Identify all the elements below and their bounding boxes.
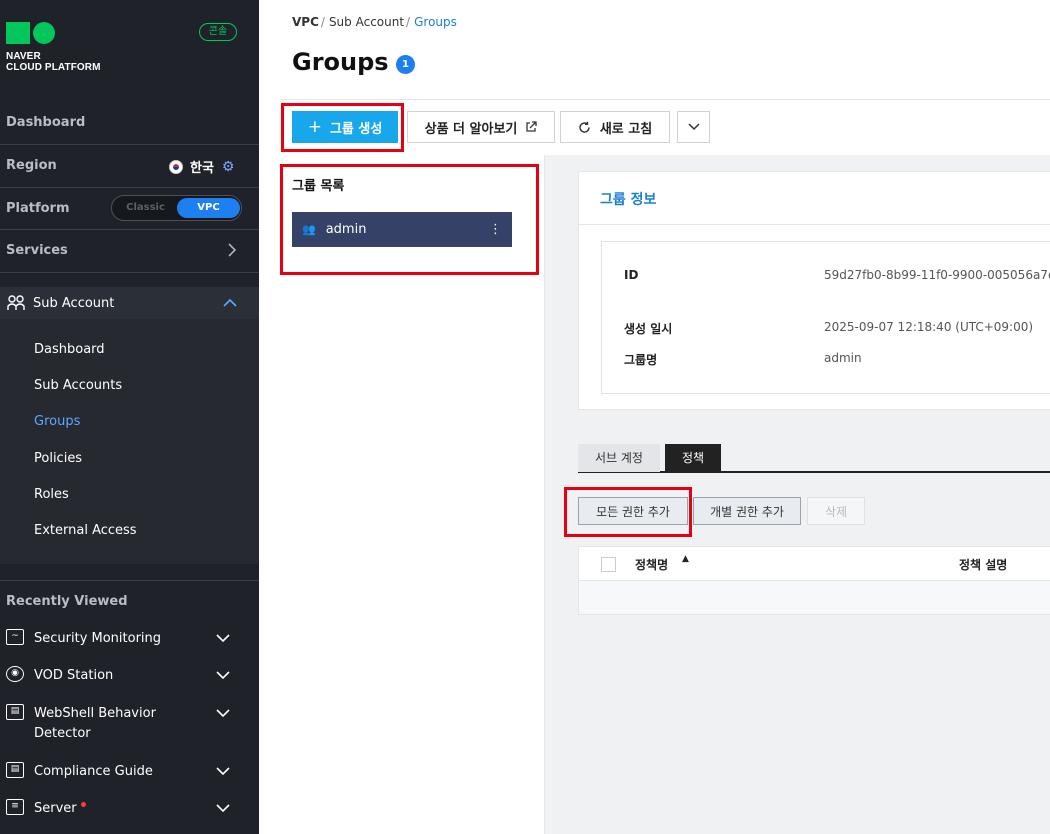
- learn-more-button[interactable]: 상품 더 알아보기: [407, 111, 555, 143]
- gear-icon[interactable]: ⚙: [222, 159, 235, 175]
- group-info-title: 그룹 정보: [600, 192, 657, 208]
- submenu-dashboard[interactable]: Dashboard: [34, 342, 105, 357]
- sub-account-submenu: Dashboard Sub Accounts Groups Policies R…: [0, 319, 259, 564]
- monitor-icon: ~: [6, 629, 24, 645]
- chevron-down-icon: [687, 123, 700, 131]
- sidebar-item-sub-account[interactable]: Sub Account: [0, 287, 259, 319]
- detail-tabs: 서브 계정 정책: [578, 444, 1050, 473]
- page-title: Groups: [292, 48, 389, 76]
- created-label: 생성 일시: [624, 322, 673, 336]
- chevron-right-icon: [228, 243, 237, 257]
- group-name-label: 그룹명: [624, 353, 658, 367]
- recent-item-security-monitoring[interactable]: ~ Security Monitoring: [6, 629, 246, 649]
- created-value: 2025-09-07 12:18:40 (UTC+09:00): [824, 320, 1034, 334]
- select-all-checkbox[interactable]: [601, 557, 616, 572]
- platform-option-classic[interactable]: Classic: [114, 198, 177, 218]
- chevron-down-icon[interactable]: [216, 766, 230, 776]
- compliance-icon: ▤: [6, 762, 24, 778]
- more-options-dropdown[interactable]: [677, 111, 710, 143]
- policy-table-header: 정책명 ▲ 정책 설명: [579, 547, 1050, 581]
- highlight-box: [564, 487, 692, 537]
- chevron-down-icon[interactable]: [216, 633, 230, 643]
- recent-item-vod-station[interactable]: ◉ VOD Station: [6, 666, 246, 686]
- korea-flag-icon: [169, 159, 183, 174]
- logo-text-line1: NAVER: [6, 51, 41, 62]
- recently-viewed-label: Recently Viewed: [6, 593, 128, 609]
- platform-option-vpc[interactable]: VPC: [177, 198, 240, 218]
- breadcrumb: VPC / Sub Account / Groups: [292, 15, 457, 29]
- group-info-card: 그룹 정보 ID 59d27fb0-8b99-11f0-9900-005056a…: [578, 171, 1050, 410]
- breadcrumb-groups[interactable]: Groups: [414, 15, 457, 29]
- group-count-badge: 1: [396, 55, 415, 74]
- sub-account-label: Sub Account: [33, 295, 115, 311]
- services-label: Services: [6, 242, 68, 258]
- logo-mark: [6, 22, 101, 44]
- id-label: ID: [624, 268, 639, 282]
- submenu-groups[interactable]: Groups: [34, 414, 80, 429]
- group-info-details: ID 59d27fb0-8b99-11f0-9900-005056a7dc 생성…: [601, 241, 1050, 394]
- id-value: 59d27fb0-8b99-11f0-9900-005056a7dc: [824, 268, 1050, 282]
- col-policy-description: 정책 설명: [959, 558, 1008, 572]
- external-link-icon: [526, 121, 538, 132]
- recent-item-server[interactable]: ≡ Server: [6, 799, 246, 819]
- chevron-down-icon[interactable]: [216, 803, 230, 813]
- chevron-up-icon: [223, 298, 237, 307]
- submenu-roles[interactable]: Roles: [34, 487, 69, 502]
- tab-sub-accounts[interactable]: 서브 계정: [578, 444, 660, 472]
- sort-asc-icon[interactable]: ▲: [682, 554, 689, 564]
- main-content: VPC / Sub Account / Groups Groups 1 + 그룹 생성 …: [259, 0, 1050, 834]
- recent-item-webshell-behavior-detector[interactable]: ▤ WebShell Behavior Detector: [6, 704, 246, 744]
- region-selector[interactable]: 한국 ⚙: [169, 157, 234, 176]
- notification-dot: [80, 802, 86, 807]
- group-name-value: admin: [824, 351, 862, 365]
- policy-table: 정책명 ▲ 정책 설명: [578, 546, 1050, 615]
- tab-policies[interactable]: 정책: [665, 444, 721, 472]
- webshell-icon: ▤: [6, 704, 24, 720]
- chevron-down-icon[interactable]: [216, 708, 230, 718]
- add-individual-permission-button[interactable]: 개별 권한 추가: [693, 497, 801, 525]
- col-policy-name[interactable]: 정책명: [635, 556, 668, 573]
- platform-toggle[interactable]: Classic VPC: [111, 195, 242, 221]
- vod-icon: ◉: [6, 666, 24, 682]
- refresh-button[interactable]: 새로 고침: [560, 111, 670, 143]
- region-value: 한국: [190, 161, 214, 176]
- server-icon: ≡: [6, 799, 24, 815]
- chevron-down-icon[interactable]: [216, 670, 230, 680]
- sidebar-item-services[interactable]: Services: [0, 240, 259, 260]
- highlight-box: [280, 164, 539, 275]
- highlight-box: [281, 103, 404, 152]
- users-icon: [7, 295, 25, 310]
- sidebar: NAVER CLOUD PLATFORM 콘솔 Dashboard Region…: [0, 0, 259, 834]
- submenu-sub-accounts[interactable]: Sub Accounts: [34, 378, 122, 393]
- submenu-external-access[interactable]: External Access: [34, 523, 137, 538]
- logo-text-line2: CLOUD PLATFORM: [6, 62, 101, 73]
- breadcrumb-sub-account[interactable]: Sub Account: [329, 15, 404, 29]
- submenu-policies[interactable]: Policies: [34, 451, 82, 466]
- delete-button[interactable]: 삭제: [807, 497, 865, 525]
- breadcrumb-vpc[interactable]: VPC: [292, 15, 319, 29]
- console-badge[interactable]: 콘솔: [199, 23, 237, 41]
- recent-item-compliance-guide[interactable]: ▤ Compliance Guide: [6, 762, 246, 782]
- ncp-logo[interactable]: NAVER CLOUD PLATFORM: [6, 22, 101, 73]
- sidebar-item-dashboard[interactable]: Dashboard: [0, 112, 259, 132]
- refresh-icon: [579, 121, 590, 133]
